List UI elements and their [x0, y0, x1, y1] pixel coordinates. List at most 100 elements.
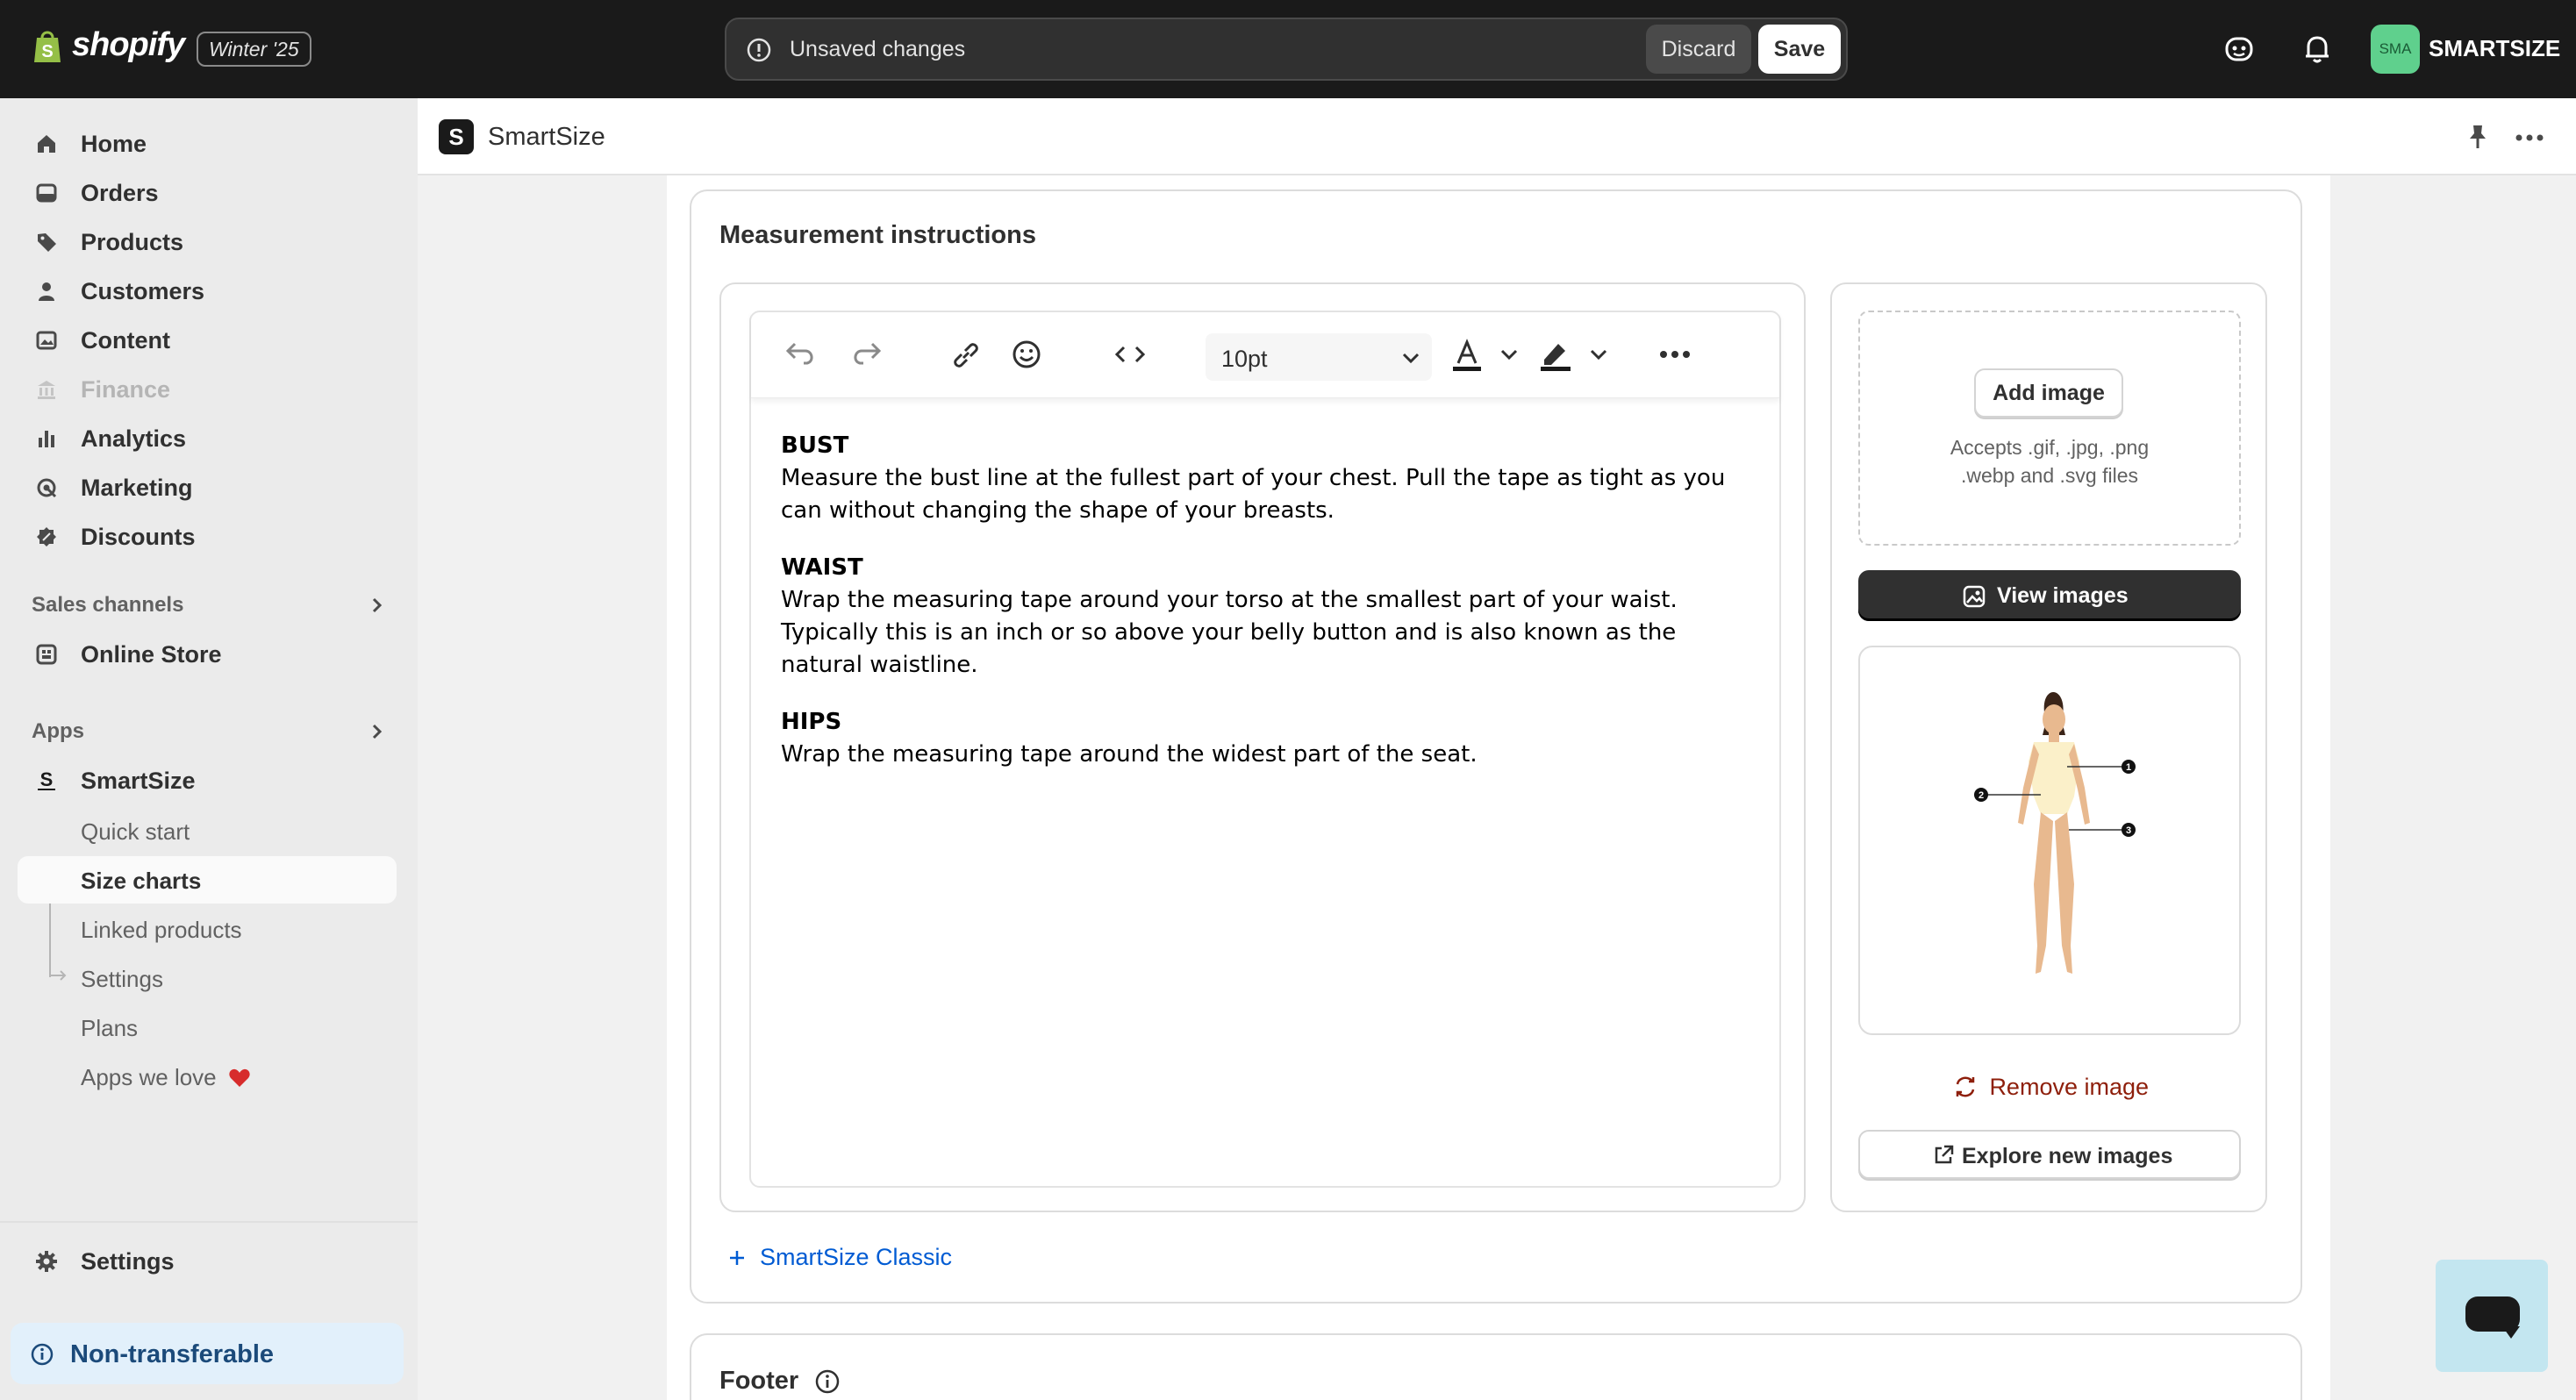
- image-dropzone[interactable]: Add image Accepts .gif, .jpg, .png .webp…: [1858, 311, 2241, 546]
- diagram-marker: 1: [2126, 762, 2131, 773]
- non-transferable-banner[interactable]: Non-transferable: [11, 1323, 404, 1384]
- link-icon[interactable]: [949, 339, 983, 372]
- nav-size-charts[interactable]: Size charts: [18, 856, 397, 904]
- chevron-down-icon[interactable]: [1588, 339, 1609, 374]
- nav-label: Discounts: [81, 523, 196, 550]
- chevron-down-icon: [1402, 353, 1420, 364]
- nav-customers[interactable]: Customers: [18, 268, 397, 314]
- chat-icon-tail: [2502, 1326, 2520, 1339]
- apps-heading[interactable]: Apps: [32, 719, 84, 744]
- discount-icon: [37, 527, 56, 546]
- edition-badge[interactable]: Winter '25: [197, 32, 311, 67]
- add-image-button[interactable]: Add image: [1974, 368, 2123, 418]
- discard-button[interactable]: Discard: [1646, 25, 1751, 74]
- external-link-icon: [1935, 1145, 1954, 1164]
- shopify-logo[interactable]: S shopify: [32, 26, 185, 64]
- nav-discounts[interactable]: Discounts: [18, 514, 397, 560]
- nav-app-settings[interactable]: Settings: [18, 954, 397, 1002]
- more-horizontal-icon[interactable]: [2515, 133, 2544, 142]
- nav-apps-we-love[interactable]: Apps we love: [18, 1053, 397, 1100]
- instruction-text: Measure the bust line at the fullest par…: [781, 465, 1726, 524]
- more-horizontal-icon[interactable]: [1658, 349, 1692, 360]
- remove-image-label: Remove image: [1989, 1074, 2150, 1100]
- nav-label: Content: [81, 326, 170, 354]
- accepted-formats-line: .webp and .svg files: [1960, 464, 2138, 487]
- image-icon: [36, 331, 57, 350]
- nav-label: Online Store: [81, 640, 222, 668]
- footer-card: Footer: [690, 1333, 2302, 1400]
- text-color-icon[interactable]: [1449, 339, 1485, 374]
- nav-label: Home: [81, 130, 147, 157]
- nav-home[interactable]: Home: [18, 121, 397, 167]
- info-icon: [31, 1343, 54, 1366]
- rich-text-editor[interactable]: 10pt BUST Measure the bust line at the f…: [749, 311, 1781, 1188]
- nav-label: Linked products: [81, 917, 242, 943]
- font-size-select[interactable]: 10pt: [1206, 333, 1432, 381]
- store-avatar[interactable]: SMA: [2371, 25, 2420, 74]
- nav-online-store[interactable]: Online Store: [18, 632, 397, 677]
- undo-icon[interactable]: [784, 339, 818, 370]
- footer-title: Footer: [719, 1367, 799, 1395]
- emoji-icon[interactable]: [1011, 339, 1042, 370]
- instruction-text: Wrap the measuring tape around the wides…: [781, 741, 1478, 768]
- accepted-formats-line: Accepts .gif, .jpg, .png: [1950, 436, 2150, 459]
- add-smartsize-classic-link[interactable]: SmartSize Classic: [726, 1244, 952, 1271]
- nav-label: Plans: [81, 1015, 139, 1041]
- nav-quick-start[interactable]: Quick start: [18, 807, 397, 854]
- nav-label: SmartSize: [81, 767, 196, 794]
- chevron-right-icon[interactable]: [369, 721, 386, 742]
- measurement-instructions-card: Measurement instructions 10pt BUST Measu…: [690, 189, 2302, 1304]
- diagram-marker: 2: [1979, 790, 1984, 801]
- gear-icon: [36, 1251, 57, 1272]
- brand-wordmark: shopify: [72, 26, 185, 63]
- nav-label: Products: [81, 228, 184, 255]
- refresh-icon: [1956, 1076, 1975, 1097]
- editor-content[interactable]: BUST Measure the bust line at the fulles…: [781, 430, 1755, 796]
- nav-plans[interactable]: Plans: [18, 1004, 397, 1051]
- view-images-button[interactable]: View images: [1858, 570, 2241, 621]
- code-icon[interactable]: [1113, 339, 1148, 370]
- nav-orders[interactable]: Orders: [18, 170, 397, 216]
- sidebar-divider: [0, 1221, 418, 1223]
- nav-products[interactable]: Products: [18, 219, 397, 265]
- chevron-down-icon[interactable]: [1499, 339, 1520, 374]
- app-header: S SmartSize: [418, 98, 2576, 175]
- notification-bell-icon[interactable]: [2302, 33, 2332, 65]
- bank-icon: [38, 381, 55, 399]
- info-icon[interactable]: [814, 1368, 841, 1395]
- nav-label: Analytics: [81, 425, 187, 452]
- store-icon: [36, 644, 57, 665]
- explore-new-images-button[interactable]: Explore new images: [1858, 1130, 2241, 1179]
- instruction-heading: HIPS: [781, 709, 842, 735]
- chat-widget-button[interactable]: [2436, 1260, 2548, 1372]
- editor-toolbar: 10pt: [751, 312, 1779, 398]
- instruction-block: BUST Measure the bust line at the fulles…: [781, 430, 1755, 527]
- nav-marketing[interactable]: Marketing: [18, 465, 397, 511]
- home-icon: [38, 135, 55, 153]
- store-name[interactable]: SMARTSIZE: [2429, 35, 2560, 62]
- redo-icon[interactable]: [849, 339, 883, 370]
- highlight-icon[interactable]: [1537, 339, 1574, 374]
- nav-content[interactable]: Content: [18, 318, 397, 363]
- sidekick-icon[interactable]: [2223, 33, 2255, 65]
- save-button[interactable]: Save: [1758, 25, 1841, 74]
- nav-finance: Finance: [18, 367, 397, 412]
- instruction-text: Wrap the measuring tape around your tors…: [781, 587, 1678, 678]
- chevron-right-icon[interactable]: [369, 595, 386, 616]
- instruction-heading: BUST: [781, 432, 849, 459]
- nav-label: Size charts: [81, 868, 202, 894]
- nav-label: Settings: [81, 1247, 175, 1275]
- instruction-heading: WAIST: [781, 554, 863, 581]
- nav-label: Orders: [81, 179, 159, 206]
- pin-icon[interactable]: [2465, 123, 2490, 151]
- remove-image-button[interactable]: Remove image: [1832, 1074, 2269, 1101]
- sales-channels-heading[interactable]: Sales channels: [32, 593, 183, 618]
- instruction-block: WAIST Wrap the measuring tape around you…: [781, 552, 1755, 682]
- diagram-marker: 3: [2126, 825, 2131, 836]
- nav-smartsize[interactable]: S SmartSize: [18, 758, 397, 804]
- nav-settings[interactable]: Settings: [18, 1239, 397, 1284]
- non-transferable-label: Non-transferable: [70, 1340, 275, 1368]
- heart-icon: [229, 1068, 250, 1087]
- nav-analytics[interactable]: Analytics: [18, 416, 397, 461]
- nav-linked-products[interactable]: Linked products: [18, 905, 397, 953]
